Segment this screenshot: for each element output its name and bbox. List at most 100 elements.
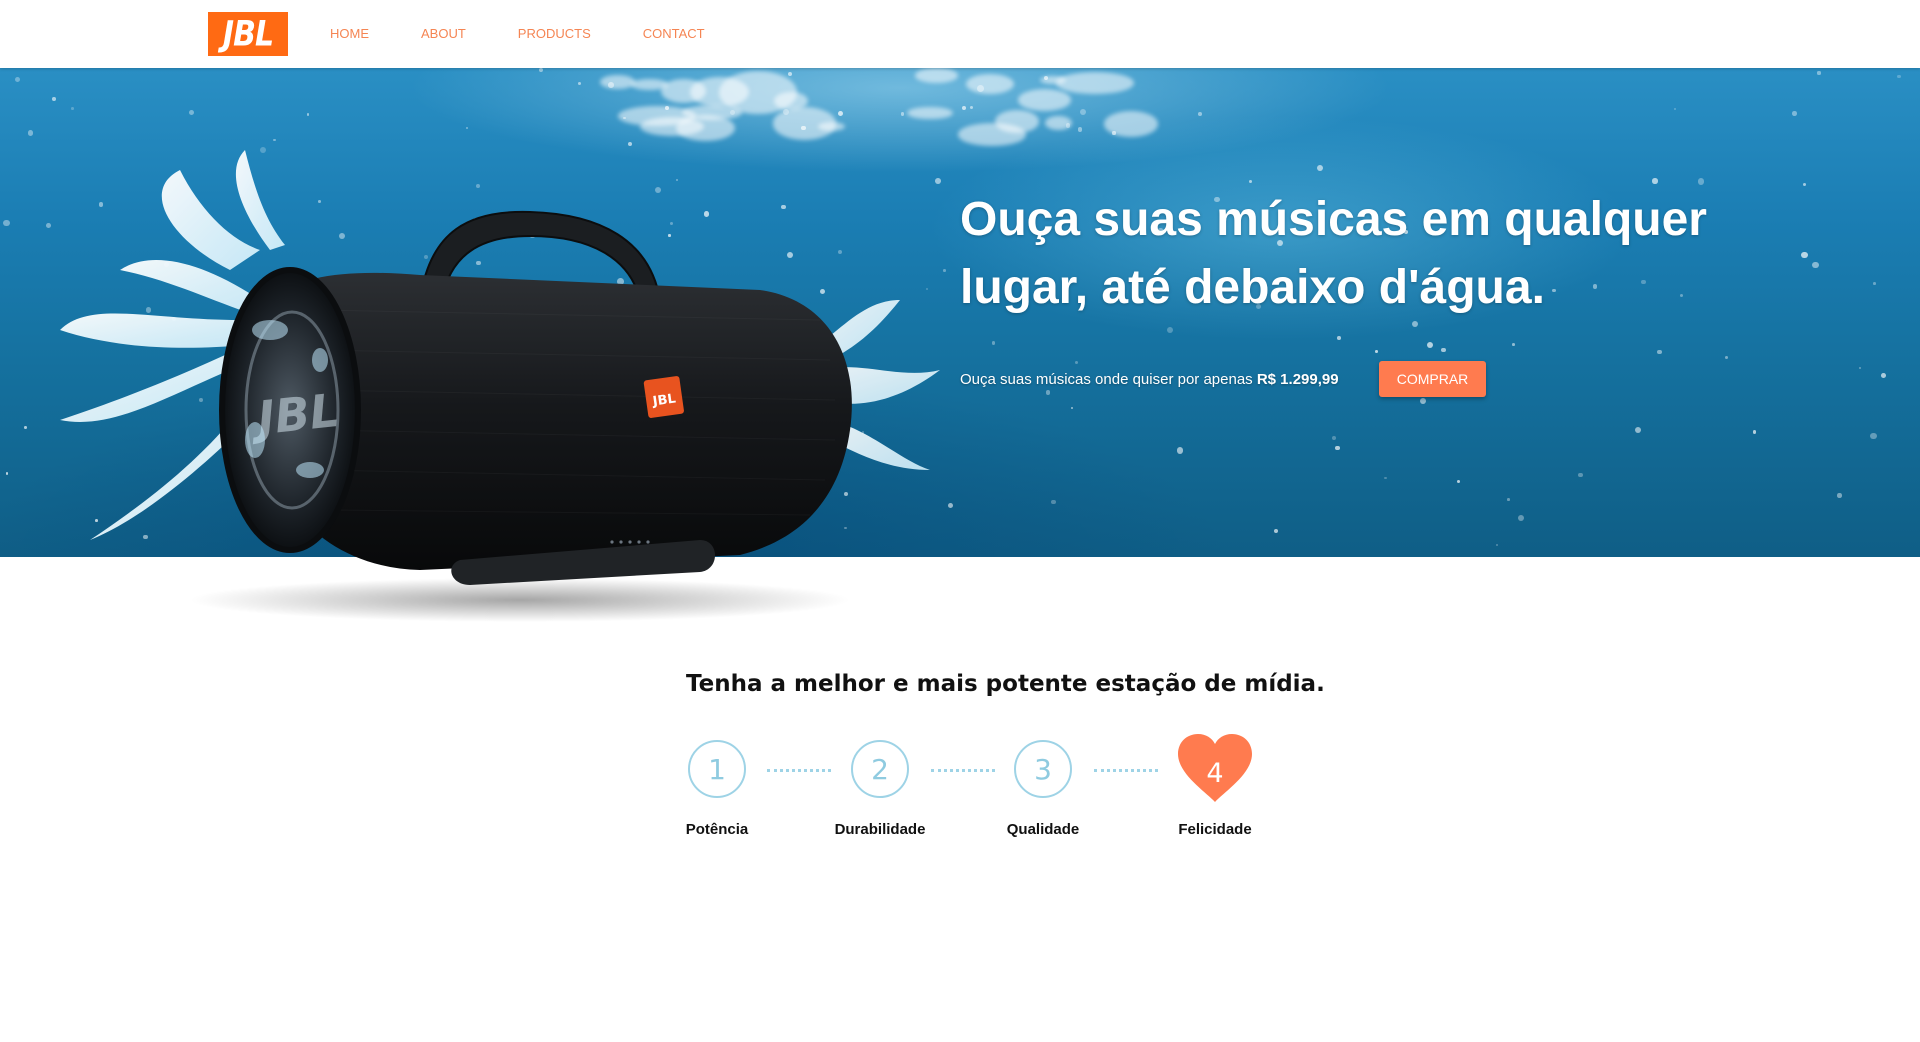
water-sparkle (24, 426, 27, 429)
water-sparkle (1167, 327, 1174, 334)
water-sparkle (763, 432, 769, 438)
water-sparkle (969, 105, 974, 110)
water-sparkle (1331, 435, 1336, 440)
water-sparkle (1752, 429, 1757, 434)
step-circle-3: 3 (1014, 740, 1072, 798)
step-connector-2 (931, 769, 995, 772)
water-sparkle (934, 178, 941, 184)
water-sparkle (670, 222, 674, 226)
nav-link-home[interactable]: HOME (330, 26, 369, 41)
nav-link-products[interactable]: PRODUCTS (518, 26, 591, 41)
water-sparkle (627, 141, 633, 147)
water-ripple (599, 75, 635, 90)
step-label-3: Qualidade (1006, 821, 1080, 838)
water-sparkle (1496, 543, 1499, 547)
water-sparkle (1337, 336, 1341, 340)
hero-subtitle-text: Ouça suas músicas onde quiser por apenas (960, 371, 1253, 388)
water-sparkle (1426, 341, 1434, 348)
water-sparkle (278, 504, 284, 510)
water-sparkle (947, 503, 954, 509)
water-sparkle (306, 113, 310, 116)
nav-link-contact[interactable]: CONTACT (643, 26, 705, 41)
hero-headline: Ouça suas músicas em qualquer lugar, até… (960, 186, 1760, 322)
water-sparkle (1316, 164, 1323, 171)
water-sparkle (733, 502, 738, 507)
water-sparkle (487, 306, 491, 309)
water-sparkle (1071, 406, 1074, 409)
water-sparkle (259, 147, 266, 153)
water-sparkle (476, 260, 481, 266)
water-sparkle (1724, 355, 1729, 360)
water-sparkle (145, 307, 151, 313)
water-sparkle (787, 72, 793, 77)
water-sparkle (95, 518, 98, 522)
water-sparkle (1802, 183, 1806, 187)
water-sparkle (617, 278, 625, 286)
water-sparkle (300, 336, 306, 343)
water-sparkle (1872, 281, 1876, 285)
water-sparkle (837, 249, 842, 254)
jbl-logo[interactable]: JBL (208, 12, 288, 56)
water-sparkle (1837, 493, 1842, 498)
water-sparkle (747, 397, 751, 401)
water-sparkle (1657, 349, 1662, 355)
water-sparkle (71, 107, 74, 111)
water-sparkle (843, 491, 849, 497)
water-sparkle (1859, 366, 1862, 369)
water-sparkle (1517, 514, 1525, 522)
water-sparkle (819, 289, 825, 295)
water-sparkle (561, 456, 567, 462)
water-ripple (1044, 116, 1073, 130)
water-ripple (682, 105, 743, 121)
water-sparkle (164, 261, 170, 267)
water-sparkle (943, 269, 946, 272)
water-sparkle (1197, 111, 1202, 116)
hero-price: R$ 1.299,99 (1256, 371, 1339, 388)
water-sparkle (780, 204, 786, 210)
step-label-4: Felicidade (1178, 821, 1252, 838)
water-sparkle (861, 431, 865, 434)
top-navbar: JBL HOME ABOUT PRODUCTS CONTACT (0, 0, 1920, 68)
step-label-2: Durabilidade (834, 821, 926, 838)
water-sparkle (188, 110, 195, 116)
water-sparkle (466, 126, 469, 129)
heart-icon: 4 (1176, 732, 1254, 804)
water-ripple (1103, 111, 1159, 138)
step-number-1: 1 (708, 752, 726, 786)
logo-text: JBL (222, 13, 274, 55)
buy-button[interactable]: COMPRAR (1379, 361, 1486, 397)
water-sparkle (1652, 178, 1658, 184)
water-ripple (966, 73, 1015, 94)
water-sparkle (1077, 127, 1083, 133)
water-sparkle (272, 395, 278, 401)
water-sparkle (449, 424, 454, 428)
water-sparkle (562, 450, 568, 456)
water-sparkle (1791, 110, 1797, 116)
water-sparkle (1384, 476, 1387, 480)
water-ripple (907, 106, 953, 120)
water-sparkle (962, 105, 967, 110)
water-ripple (640, 116, 705, 137)
water-sparkle (338, 233, 346, 240)
water-sparkle (1375, 350, 1379, 354)
water-ripple (914, 68, 959, 83)
water-sparkle (1074, 361, 1078, 365)
step-connector-3 (1094, 769, 1158, 772)
water-sparkle (786, 252, 794, 259)
water-sparkle (539, 68, 544, 72)
water-sparkle (171, 317, 176, 322)
nav-link-about[interactable]: ABOUT (421, 26, 466, 41)
water-sparkle (318, 200, 321, 204)
water-sparkle (1176, 447, 1184, 454)
water-sparkle (576, 491, 584, 499)
water-sparkle (844, 526, 847, 530)
water-sparkle (273, 138, 276, 141)
water-ripple (958, 123, 1026, 146)
water-sparkle (668, 234, 671, 237)
step-number-4: 4 (1206, 758, 1224, 789)
hero-headline-line-2: lugar, até debaixo d'água. (960, 261, 1545, 314)
water-sparkle (1817, 71, 1821, 75)
water-sparkle (1412, 321, 1419, 328)
water-sparkle (52, 97, 56, 101)
water-sparkle (704, 211, 710, 217)
